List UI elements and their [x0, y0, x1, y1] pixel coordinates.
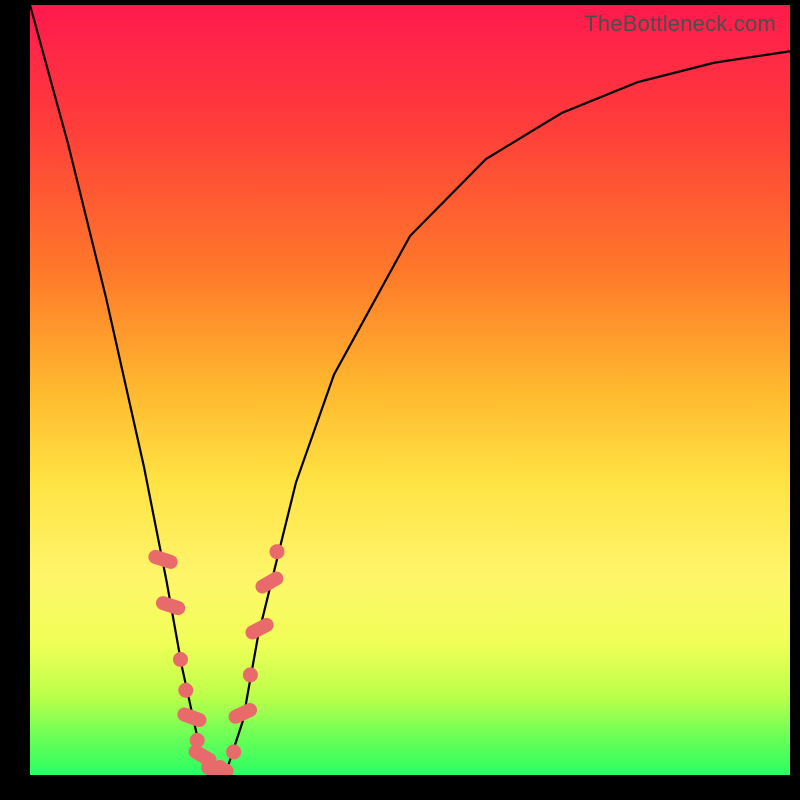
curve-marker-dot — [178, 683, 193, 698]
curve-marker-dot — [243, 667, 258, 682]
plot-area: TheBottleneck.com — [30, 5, 790, 775]
bottleneck-curve — [30, 5, 790, 775]
chart-frame: TheBottleneck.com — [0, 0, 800, 800]
markers-group — [147, 544, 286, 775]
curve-marker-dot — [173, 652, 188, 667]
curve-marker-dot — [270, 544, 285, 559]
curve-marker-dot — [226, 744, 241, 759]
chart-svg — [30, 5, 790, 775]
curve-group — [30, 5, 790, 775]
curve-marker-pill — [243, 615, 276, 641]
